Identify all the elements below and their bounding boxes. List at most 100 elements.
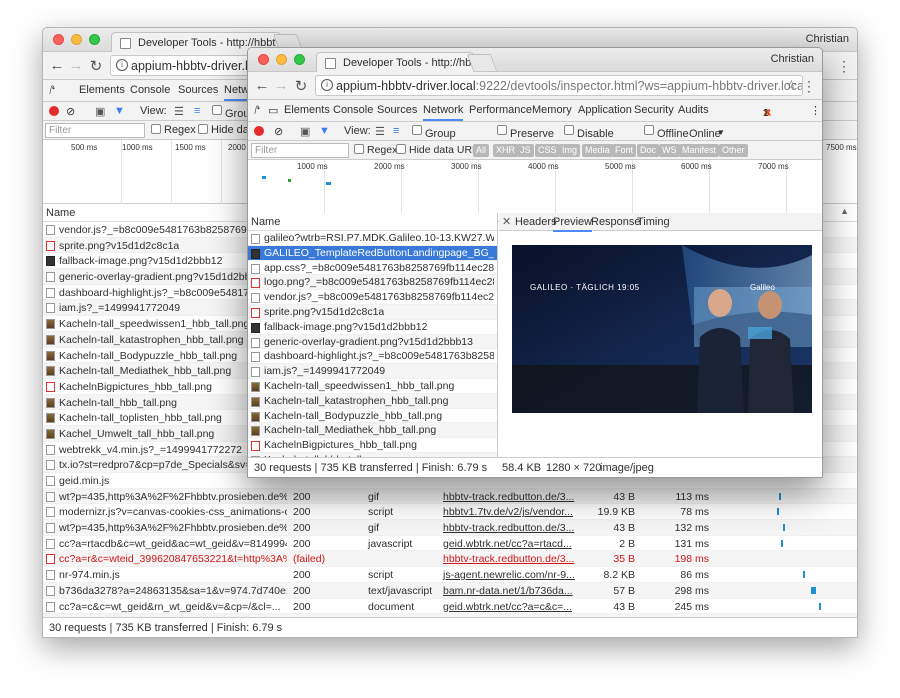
zoom-window-button[interactable] [89,34,100,45]
table-row[interactable]: app.css?_=b8c009e5481763b8258769fb114ec2… [248,261,497,276]
list-view-icon[interactable]: ☰ [174,105,184,118]
reload-icon[interactable]: ↻ [88,57,104,75]
filter-input[interactable]: Filter [45,123,145,138]
tab-performance[interactable]: Performance [469,104,532,116]
table-row[interactable]: GALILEO_TemplateRedButtonLandingpage_BG_… [248,245,497,261]
request-initiator[interactable]: geid.wbtrk.net/cc?a=c&c=... [443,601,572,613]
regex-checkbox[interactable]: Regex [354,144,397,156]
close-window-button[interactable] [53,34,64,45]
request-initiator[interactable]: hbbtv-track.redbutton.de/3... [443,522,574,534]
disable-cache-checkbox[interactable]: Disable cache [564,125,614,152]
browser-tab[interactable]: Developer Tools - http://hbbtv [316,52,474,73]
tab-timing[interactable]: Timing [637,216,670,228]
filter-css[interactable]: CSS [535,144,560,157]
video-icon[interactable]: ▣ [300,125,310,138]
menu-kebab-icon[interactable]: ⋮ [802,78,816,95]
table-row[interactable]: Kacheln-tall_speedwissen1_hbb_tall.png [248,379,497,394]
sort-triangle-icon[interactable]: ▲ [840,206,849,216]
info-icon[interactable]: i [116,59,128,71]
tab-elements[interactable]: Elements [79,84,125,96]
forward-arrow-icon[interactable]: → [68,57,84,74]
close-detail-icon[interactable]: ✕ [502,215,511,228]
back-arrow-icon[interactable]: ← [254,77,270,94]
filter-input[interactable]: Filter [251,143,349,158]
inspect-element-icon[interactable]: ⭚ [49,84,55,97]
menu-kebab-icon[interactable]: ⋮ [837,58,851,75]
url-input[interactable]: i appium-hbbtv-driver.local:9222/devtool… [315,75,803,96]
filter-js[interactable]: JS [517,144,534,157]
minimize-window-button[interactable] [276,54,287,65]
tab-application[interactable]: Application [578,104,632,116]
request-initiator[interactable]: hbbtv-track.redbutton.de/3... [443,553,574,565]
filter-media[interactable]: Media [582,144,613,157]
minimize-window-button[interactable] [71,34,82,45]
hide-data-urls-checkbox[interactable]: Hide data URLs [396,144,483,156]
table-row[interactable]: galileo?wtrb=RSI.P7.MDK.Galileo.10-13.KW… [248,231,497,246]
profile-name[interactable]: Christian [771,53,814,65]
inspect-element-icon[interactable]: ⭚ [254,104,260,117]
name-column-header[interactable]: Name [251,216,280,228]
table-row[interactable]: b736da3278?a=24863135&sa=1&v=974.7d740e1… [43,582,857,599]
tab-sources[interactable]: Sources [178,84,218,96]
table-row[interactable]: Kacheln-tall_Mediathek_hbb_tall.png [248,423,497,439]
filter-font[interactable]: Font [612,144,637,157]
tab-headers[interactable]: Headers [515,216,557,228]
table-row[interactable]: wt?p=435,http%3A%2F%2Fhbbtv.prosieben.de… [43,488,857,505]
offline-checkbox[interactable]: Offline [644,125,689,140]
filter-ws[interactable]: WS [659,144,680,157]
filter-img[interactable]: Img [559,144,581,157]
request-initiator[interactable]: hbbtv1.7tv.de/v2/js/vendor... [443,506,573,518]
list-view-icon[interactable]: ☰ [375,125,385,138]
table-row[interactable]: Kacheln-tall_katastrophen_hbb_tall.png [248,393,497,409]
group-checkbox[interactable]: Group [212,105,256,120]
table-row[interactable]: cc?a=rtacdb&c=wt_geid&ac=wt_geid&v=81499… [43,536,857,552]
reload-icon[interactable]: ↻ [293,77,309,95]
tab-network[interactable]: Network [423,104,464,121]
tab-preview[interactable]: Preview [553,216,593,232]
table-row[interactable]: iam.js?_=1499941772049 [248,364,497,379]
record-icon[interactable] [49,106,59,116]
zoom-window-button[interactable] [294,54,305,65]
devtools-menu-icon[interactable]: ⋮ [810,104,821,117]
request-initiator[interactable]: geid.wbtrk.net/cc?a=rtacd... [443,538,572,550]
tab-memory[interactable]: Memory [532,104,572,116]
table-row[interactable]: cc?a=c&c=wt_geid&rn_wt_geid&v=&cp=/&cl=.… [43,599,857,615]
back-arrow-icon[interactable]: ← [49,57,65,74]
tab-sources[interactable]: Sources [377,104,417,116]
filter-icon[interactable]: ▼ [319,125,330,137]
table-row[interactable]: logo.png?_=b8c009e5481763b8258769fb114ec… [248,275,497,291]
table-row[interactable]: nr-974.min.js 200 script js-agent.newrelic.… [43,567,857,583]
name-column-header[interactable]: Name [46,207,75,219]
url-input[interactable]: i appium-hbbtv-driver.loca [110,55,260,76]
filter-manifest[interactable]: Manifest [679,144,720,157]
tab-security[interactable]: Security [634,104,674,116]
table-row[interactable]: modernizr.js?v=canvas-cookies-css_animat… [43,504,857,521]
close-window-button[interactable] [258,54,269,65]
video-icon[interactable]: ▣ [95,105,105,118]
waterfall-view-icon[interactable]: ≡ [194,105,200,117]
tab-elements[interactable]: Elements [284,104,330,116]
table-row[interactable]: dashboard-highlight.js?_=b8c009e5481763b… [248,349,497,365]
filter-other[interactable]: Other [719,144,748,157]
table-row[interactable]: KachelnBigpictures_hbb_tall.png [248,438,497,453]
table-row[interactable]: wt?p=435,http%3A%2F%2Fhbbtv.prosieben.de… [43,520,857,536]
tab-audits[interactable]: Audits [678,104,709,116]
filter-doc[interactable]: Doc [637,144,660,157]
bookmark-star-icon[interactable]: ☆ [786,77,797,92]
clear-icon[interactable]: ⊘ [274,125,283,138]
info-icon[interactable]: i [321,79,333,91]
table-row[interactable]: fallback-image.png?v15d1d2bbb12 [248,320,497,335]
filter-xhr[interactable]: XHR [493,144,519,157]
profile-name[interactable]: Christian [806,33,849,45]
request-initiator[interactable]: js-agent.newrelic.com/nr-9... [443,569,575,581]
request-initiator[interactable]: bam.nr-data.net/1/b736da... [443,585,573,597]
clear-icon[interactable]: ⊘ [66,105,75,118]
waterfall-view-icon[interactable]: ≡ [393,125,399,137]
request-initiator[interactable]: hbbtv-track.redbutton.de/3... [443,491,574,503]
filter-all[interactable]: All [473,144,490,157]
group-by-frame-checkbox[interactable]: Group by frame [412,125,456,164]
tab-console[interactable]: Console [130,84,170,96]
preserve-log-checkbox[interactable]: Preserve log [497,125,554,152]
table-row[interactable]: generic-overlay-gradient.png?v15d1d2bbb1… [248,334,497,350]
tab-console[interactable]: Console [333,104,373,116]
